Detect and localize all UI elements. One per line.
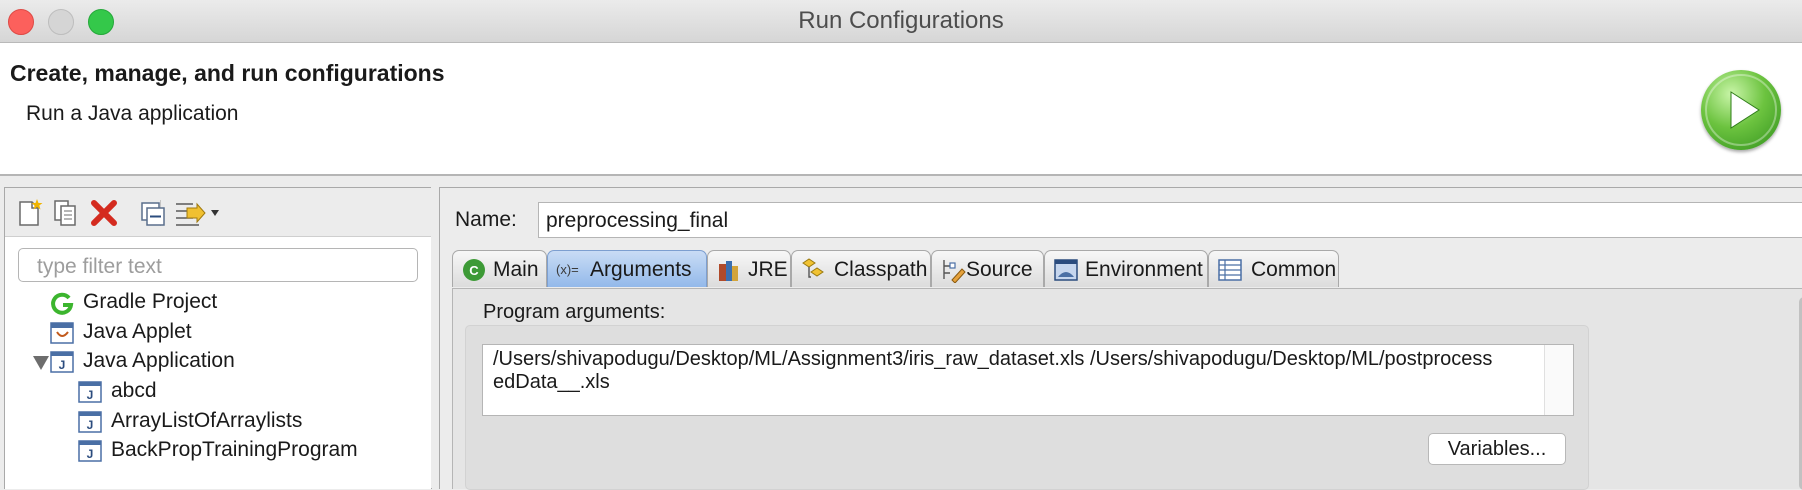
- svg-text:(x)=: (x)=: [556, 262, 579, 277]
- configuration-tabs: C Main (x)= Arguments JRE Classpath Sour…: [452, 250, 1802, 288]
- dialog-header: Create, manage, and run configurations R…: [0, 43, 1802, 176]
- main-class-icon: C: [461, 257, 487, 283]
- tab-arguments[interactable]: (x)= Arguments: [547, 250, 707, 287]
- filter-icon[interactable]: [173, 198, 221, 228]
- textarea-scrollbar[interactable]: [1544, 345, 1573, 415]
- configuration-list-panel: type filter text Gradle Project Java App…: [4, 187, 432, 489]
- window-title: Run Configurations: [798, 7, 1004, 34]
- tab-label: Classpath: [834, 258, 928, 281]
- svg-text:C: C: [469, 263, 479, 278]
- classpath-icon: [800, 257, 826, 283]
- svg-text:J: J: [59, 358, 66, 372]
- svg-text:J: J: [87, 388, 94, 402]
- vertical-scrollbar[interactable]: [1796, 295, 1802, 490]
- variables-button[interactable]: Variables...: [1428, 433, 1566, 465]
- tree-item-label: Java Applet: [83, 320, 192, 343]
- tab-jre[interactable]: JRE: [707, 250, 791, 287]
- tab-environment[interactable]: Environment: [1044, 250, 1208, 287]
- name-field[interactable]: preprocessing_final: [538, 202, 1802, 238]
- tab-classpath[interactable]: Classpath: [791, 250, 931, 287]
- gradle-icon: [49, 290, 75, 316]
- tab-source[interactable]: Source: [931, 250, 1044, 287]
- tab-label: Common: [1251, 258, 1337, 281]
- program-arguments-label: Program arguments:: [483, 301, 666, 323]
- tab-label: JRE: [748, 258, 788, 281]
- environment-icon: [1053, 257, 1079, 283]
- configuration-editor: Name: preprocessing_final C Main (x)= Ar…: [439, 187, 1802, 490]
- new-configuration-icon[interactable]: [15, 198, 45, 228]
- filter-input[interactable]: type filter text: [18, 248, 418, 282]
- source-icon: [940, 257, 966, 284]
- tree-item-label: Java Application: [83, 349, 235, 372]
- program-arguments-text: /Users/shivapodugu/Desktop/ML/Assignment…: [493, 348, 1493, 393]
- tab-label: Arguments: [590, 258, 692, 281]
- java-file-icon: J: [77, 438, 103, 464]
- arguments-icon: (x)=: [556, 257, 590, 283]
- java-file-icon: J: [77, 379, 103, 405]
- java-applet-icon: [49, 320, 75, 346]
- collapse-all-icon[interactable]: [138, 198, 168, 228]
- panel-splitter[interactable]: [431, 187, 439, 488]
- expand-triangle-icon[interactable]: [33, 356, 49, 370]
- configuration-toolbar: [5, 188, 431, 237]
- svg-text:J: J: [87, 418, 94, 432]
- java-file-icon: J: [77, 409, 103, 435]
- program-arguments-group: /Users/shivapodugu/Desktop/ML/Assignment…: [465, 325, 1589, 490]
- tree-item-label: Gradle Project: [83, 290, 218, 313]
- program-arguments-textarea[interactable]: /Users/shivapodugu/Desktop/ML/Assignment…: [482, 344, 1574, 416]
- tab-label: Environment: [1085, 258, 1203, 281]
- name-label: Name:: [455, 208, 517, 231]
- delete-icon[interactable]: [89, 198, 119, 228]
- duplicate-icon[interactable]: [51, 198, 81, 228]
- tab-common[interactable]: Common: [1208, 250, 1339, 287]
- tab-label: Main: [493, 258, 539, 281]
- arguments-tab-content: Program arguments: /Users/shivapodugu/De…: [452, 288, 1802, 490]
- tab-main[interactable]: C Main: [452, 250, 547, 287]
- svg-text:J: J: [87, 447, 94, 461]
- header-title: Create, manage, and run configurations: [10, 60, 445, 86]
- tree-item-label: abcd: [111, 379, 157, 402]
- tree-item-label: ArrayListOfArraylists: [111, 409, 303, 432]
- run-play-icon: [1701, 70, 1781, 150]
- tree-item-label: BackPropTrainingProgram: [111, 438, 358, 461]
- header-subtitle: Run a Java application: [26, 102, 239, 125]
- java-app-icon: J: [49, 349, 75, 375]
- jre-icon: [716, 257, 742, 283]
- common-icon: [1217, 257, 1243, 283]
- tab-label: Source: [966, 258, 1033, 281]
- title-bar: Run Configurations: [0, 0, 1802, 43]
